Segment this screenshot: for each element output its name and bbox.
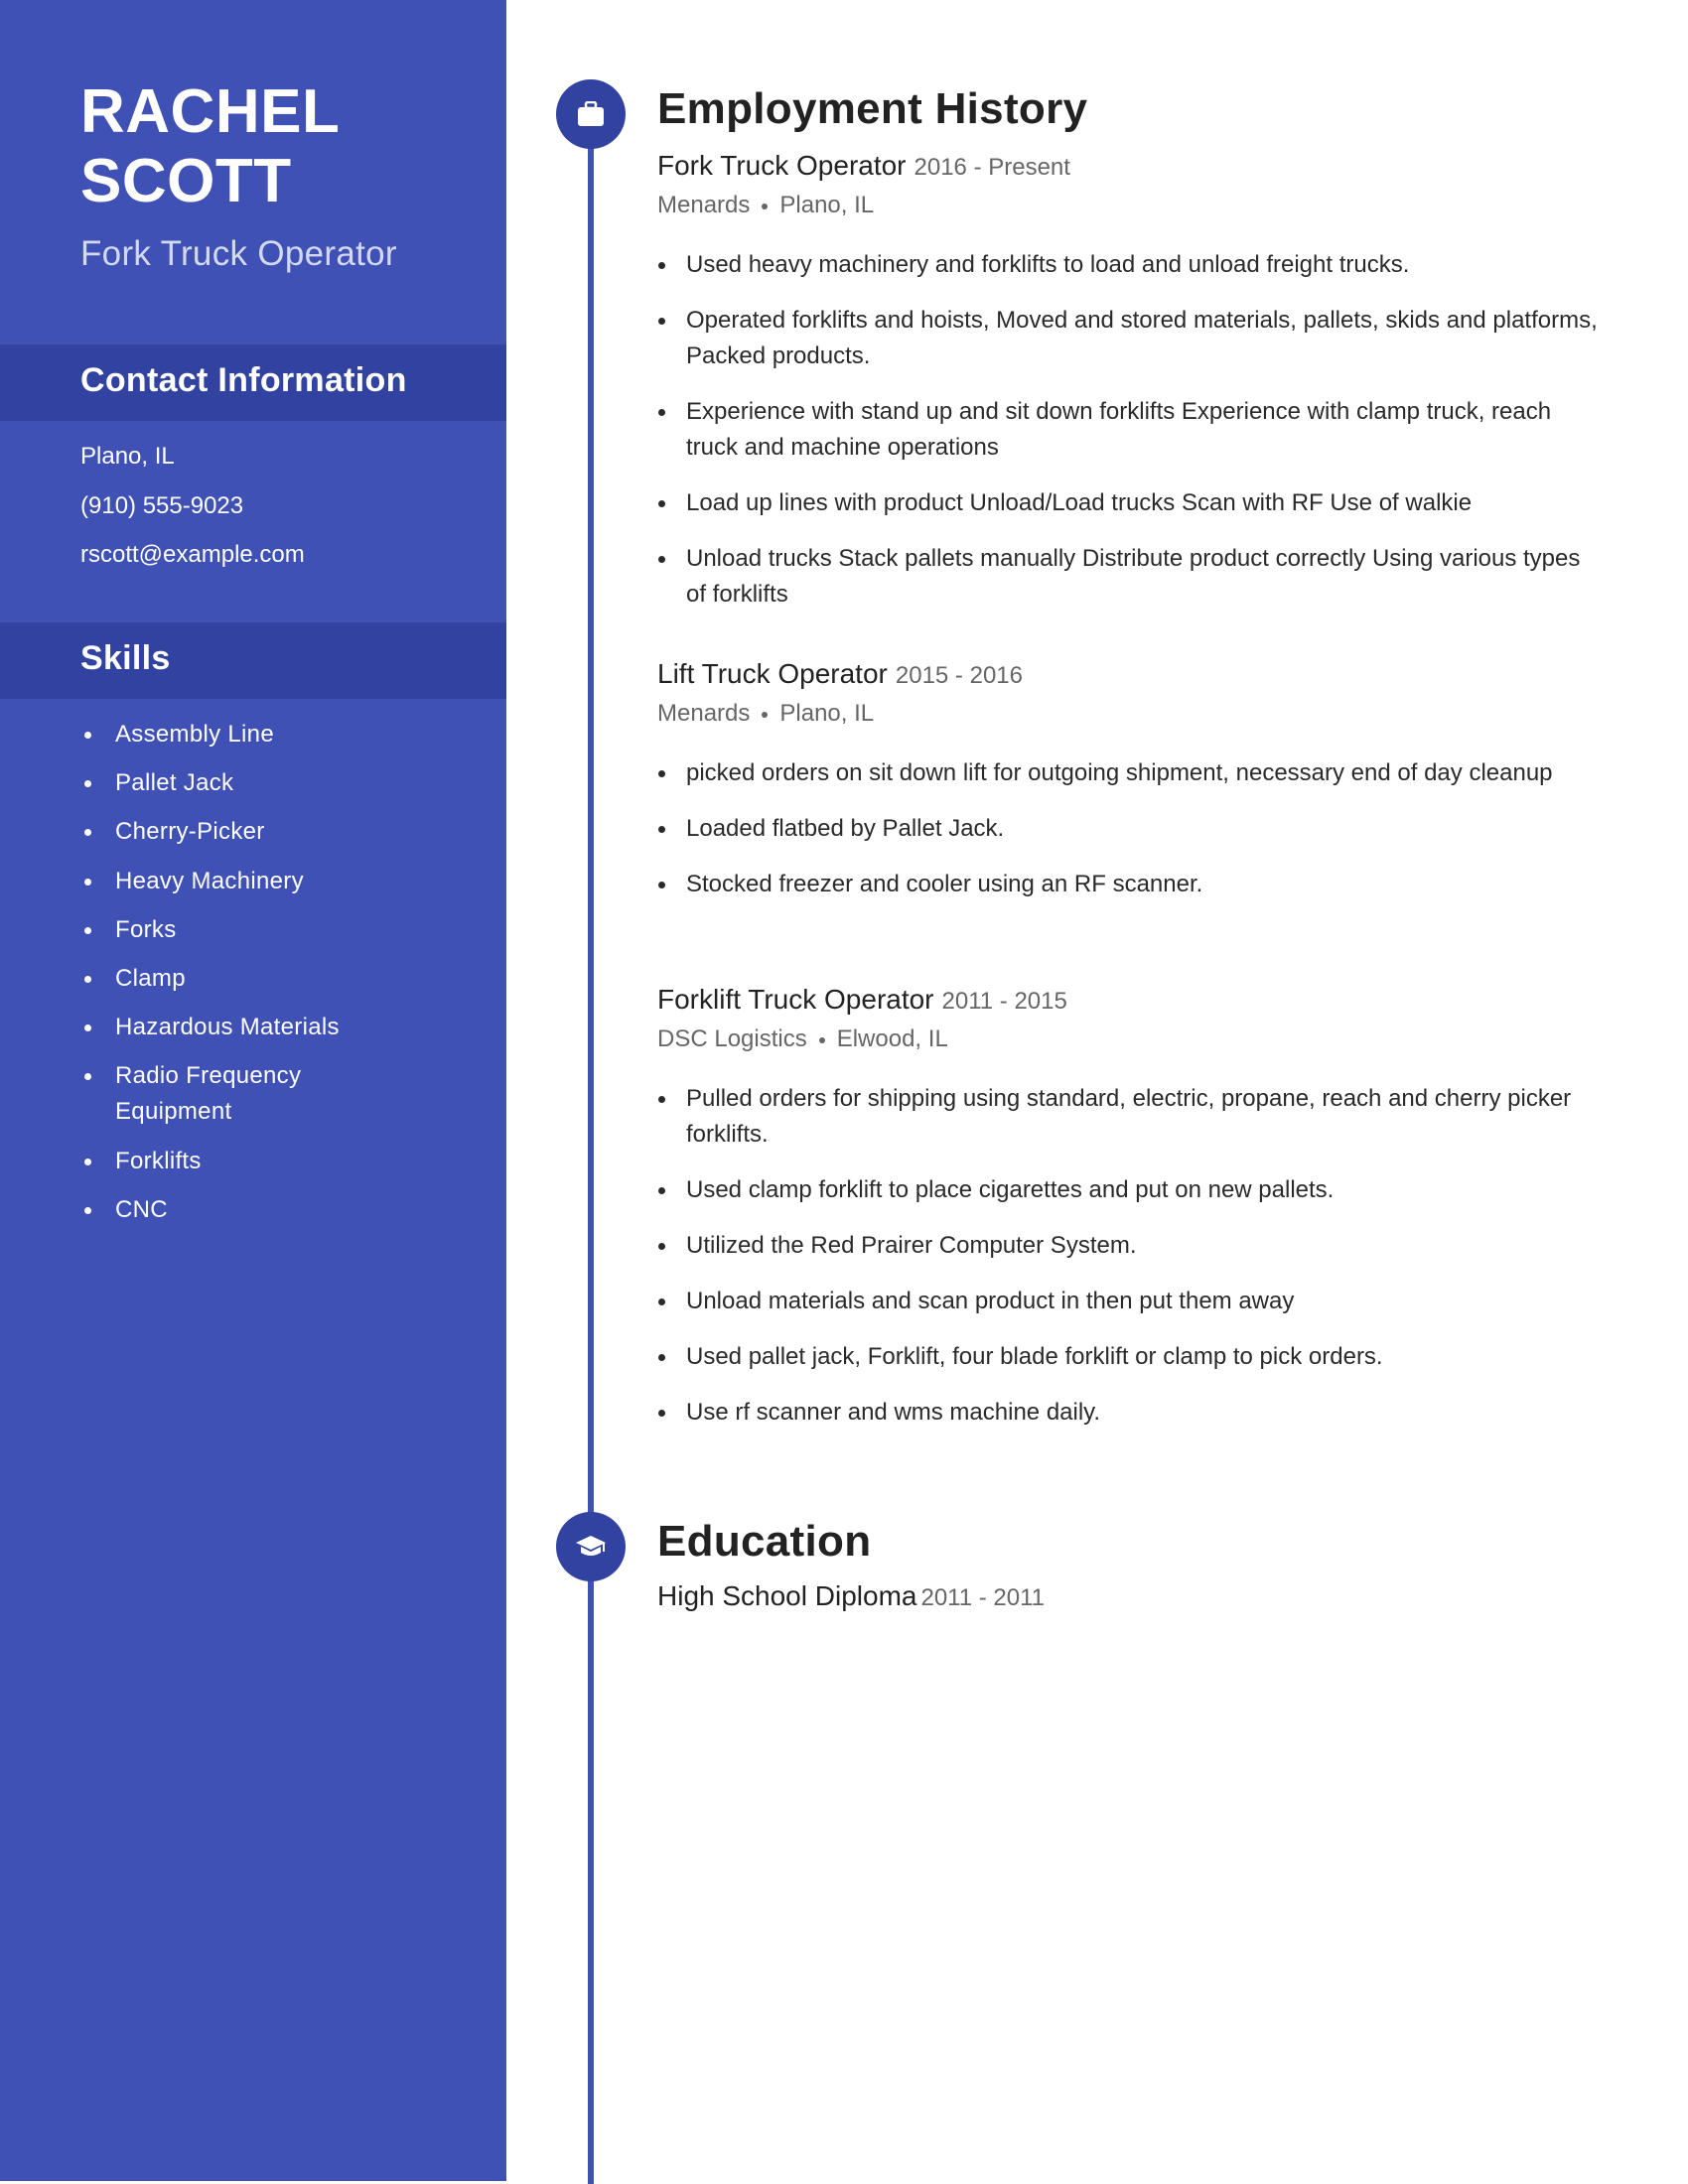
education-title: Education <box>657 1517 872 1566</box>
job-bullet: Unload trucks Stack pallets manually Dis… <box>657 541 1605 613</box>
job-bullets: Pulled orders for shipping using standar… <box>657 1081 1611 1431</box>
contact-header: Contact Information <box>0 344 506 421</box>
separator-dot <box>762 711 769 718</box>
contact-location: Plano, IL <box>80 443 175 470</box>
job-location: Elwood, IL <box>836 1025 948 1052</box>
skills-list: Assembly Line Pallet Jack Cherry-Picker … <box>80 717 478 1241</box>
contact-email[interactable]: rscott@example.com <box>80 537 305 587</box>
contact-list: Plano, IL (910) 555-9023 rscott@example.… <box>80 439 305 587</box>
job-bullets: Used heavy machinery and forklifts to lo… <box>657 247 1611 613</box>
job-entry: Lift Truck Operator 2015 - 2016 Menards Pl… <box>657 655 1611 922</box>
skills-header: Skills <box>0 622 506 699</box>
job-location: Plano, IL <box>779 192 875 218</box>
job-bullet: Loaded flatbed by Pallet Jack. <box>657 811 1605 847</box>
skill-item: Heavy Machinery <box>80 864 478 899</box>
job-bullet: Experience with stand up and sit down fo… <box>657 394 1605 466</box>
job-bullet: Stocked freezer and cooler using an RF s… <box>657 867 1605 902</box>
job-bullet: Unload materials and scan product in the… <box>657 1284 1605 1319</box>
job-dates: 2011 - 2015 <box>941 988 1067 1015</box>
sidebar: RACHEL SCOTT Fork Truck Operator Contact… <box>0 0 506 2181</box>
education-degree: High School Diploma <box>657 1580 917 1611</box>
last-name: SCOTT <box>80 147 292 215</box>
job-company: Menards <box>657 192 751 218</box>
skill-item: Forks <box>80 912 478 948</box>
education-dates: 2011 - 2011 <box>920 1584 1046 1611</box>
education-entry: High School Diploma 2011 - 2011 <box>657 1580 1045 1612</box>
job-title: Lift Truck Operator <box>657 658 888 689</box>
candidate-name: RACHEL SCOTT <box>80 77 497 216</box>
job-bullet: Used heavy machinery and forklifts to lo… <box>657 247 1605 283</box>
job-bullet: Load up lines with product Unload/Load t… <box>657 485 1605 521</box>
job-title: Forklift Truck Operator <box>657 984 934 1015</box>
job-bullet: Operated forklifts and hoists, Moved and… <box>657 303 1605 374</box>
skill-item: Clamp <box>80 961 478 997</box>
skill-item: Cherry-Picker <box>80 814 478 850</box>
job-company: Menards <box>657 700 751 727</box>
job-company: DSC Logistics <box>657 1025 807 1052</box>
first-name: RACHEL <box>80 77 341 146</box>
job-bullet: Used clamp forklift to place cigarettes … <box>657 1172 1605 1208</box>
job-entry: Fork Truck Operator 2016 - Present Menard… <box>657 147 1611 632</box>
job-bullet: Utilized the Red Prairer Computer System… <box>657 1228 1605 1264</box>
job-bullets: picked orders on sit down lift for outgo… <box>657 755 1611 902</box>
skill-item: Radio Frequency Equipment <box>80 1058 334 1130</box>
skills-title: Skills <box>80 639 171 677</box>
job-bullet: Pulled orders for shipping using standar… <box>657 1081 1605 1153</box>
job-dates: 2016 - Present <box>914 154 1070 181</box>
separator-dot <box>762 203 769 209</box>
skill-item: Pallet Jack <box>80 765 478 801</box>
job-title: Fork Truck Operator <box>657 150 907 181</box>
briefcase-icon <box>556 79 626 149</box>
contact-title: Contact Information <box>80 361 407 399</box>
job-location: Plano, IL <box>779 700 875 727</box>
separator-dot <box>818 1036 825 1043</box>
employment-title: Employment History <box>657 84 1088 133</box>
job-dates: 2015 - 2016 <box>895 662 1023 689</box>
headline: Fork Truck Operator <box>80 234 397 273</box>
timeline-line <box>588 139 594 2184</box>
skill-item: CNC <box>80 1192 478 1228</box>
job-bullet: picked orders on sit down lift for outgo… <box>657 755 1605 791</box>
job-bullet: Used pallet jack, Forklift, four blade f… <box>657 1339 1605 1375</box>
job-bullet: Use rf scanner and wms machine daily. <box>657 1395 1605 1431</box>
graduation-cap-icon <box>556 1512 626 1581</box>
skill-item: Assembly Line <box>80 717 478 752</box>
contact-phone[interactable]: (910) 555-9023 <box>80 488 305 538</box>
job-entry: Forklift Truck Operator 2011 - 2015 DSC L… <box>657 981 1611 1450</box>
skill-item: Hazardous Materials <box>80 1010 478 1045</box>
skill-item: Forklifts <box>80 1144 478 1179</box>
